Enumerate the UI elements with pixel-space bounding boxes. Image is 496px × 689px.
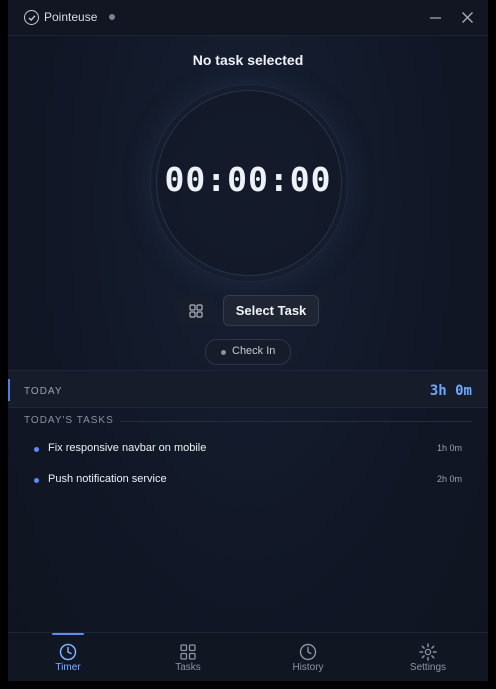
close-button[interactable] [458,8,478,28]
today-summary-bar: TODAY 3h 0m [8,370,488,408]
task-name: Fix responsive navbar on mobile [48,442,207,454]
tab-label: Timer [55,662,81,673]
task-duration: 2h 0m [436,474,462,484]
today-total: 3h 0m [429,383,472,399]
check-in-label: Check In [232,345,276,357]
task-grid-button[interactable] [178,297,214,325]
check-in-dot-icon [221,350,226,355]
bottom-tab-bar: Timer Tasks History Settings [8,632,488,681]
close-icon [462,12,473,23]
history-icon [299,643,317,661]
today-label: TODAY [24,386,63,397]
todays-tasks-heading: TODAY'S TASKS [24,415,114,426]
task-bullet-icon [34,447,39,452]
grid-icon [180,644,196,660]
tab-history[interactable]: History [248,633,368,681]
status-dot-icon [109,14,115,20]
grid-icon [189,304,203,318]
current-task-title: No task selected [192,52,304,68]
title-bar: Pointeuse [8,0,488,36]
app-logo-check-icon [24,10,39,25]
app-title: Pointeuse [44,10,98,24]
minimize-button[interactable] [426,8,446,28]
task-bullet-icon [34,478,39,483]
today-accent-bar [8,379,10,401]
task-list-item[interactable]: Fix responsive navbar on mobile 1h 0m [34,441,462,459]
check-in-button[interactable]: Check In [205,339,291,365]
tab-label: Tasks [175,662,201,673]
tab-label: History [292,662,324,673]
active-tab-indicator [52,633,84,635]
select-task-button[interactable]: Select Task [223,295,319,326]
tab-settings[interactable]: Settings [368,633,488,681]
task-duration: 1h 0m [436,443,462,453]
clock-icon [59,643,77,661]
tab-tasks[interactable]: Tasks [128,633,248,681]
app-window: Pointeuse No task selected 00:00:00 Sele… [8,0,488,681]
task-list-item[interactable]: Push notification service 2h 0m [34,472,462,490]
timer-display: 00:00:00 [164,160,332,199]
tab-label: Settings [409,662,447,673]
gear-icon [419,643,437,661]
tasks-divider [120,421,472,422]
tab-timer[interactable]: Timer [8,633,128,681]
task-name: Push notification service [48,473,167,485]
